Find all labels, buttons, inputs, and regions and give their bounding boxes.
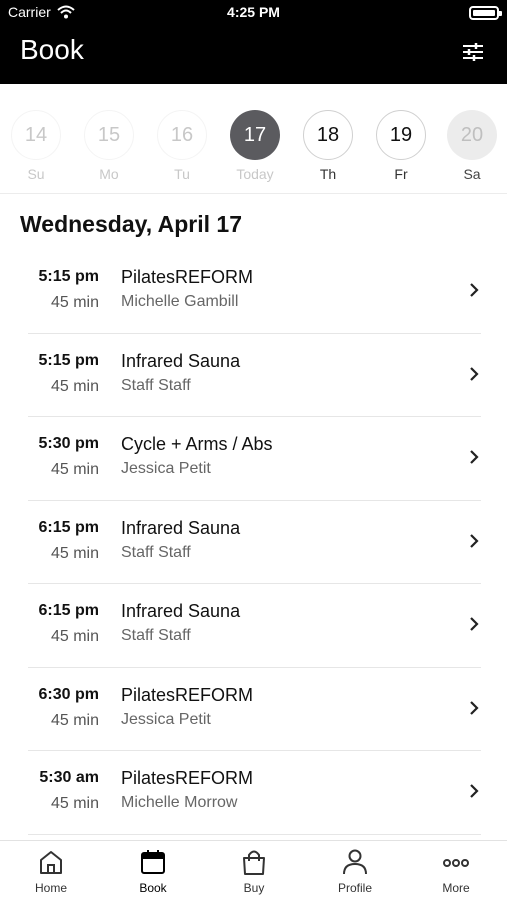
tab-home[interactable]: Home	[6, 849, 96, 895]
class-row[interactable]: 5:15 pm 45 min PilatesREFORM Michelle Ga…	[0, 250, 507, 334]
status-time: 4:25 PM	[227, 4, 280, 20]
class-time: 5:30 am	[39, 769, 99, 786]
class-time: 5:15 pm	[38, 351, 99, 369]
chevron-right-icon	[470, 450, 479, 464]
day-number: 14	[11, 110, 61, 160]
calendar-icon	[141, 850, 165, 874]
class-name: PilatesREFORM	[121, 768, 254, 788]
row-divider	[28, 833, 481, 835]
day-number: 18	[303, 110, 353, 160]
day-cell[interactable]: 19 Fr	[375, 110, 427, 182]
chevron-right-icon	[470, 366, 479, 381]
day-number: 17	[230, 110, 280, 160]
day-label: Th	[319, 166, 337, 182]
class-row[interactable]: 5:30 pm 45 min Cycle + Arms / Abs Jessic…	[0, 417, 507, 501]
tab-bar: Home Book Buy Profile More	[0, 840, 507, 900]
class-row[interactable]: 5:30 am 45 min PilatesREFORM Michelle Mo…	[0, 751, 507, 835]
class-list: 5:15 pm 45 min PilatesREFORM Michelle Ga…	[0, 250, 507, 835]
class-instructor: Jessica Petit	[121, 710, 211, 728]
class-row[interactable]: 6:15 pm 45 min Infrared Sauna Staff Staf…	[0, 584, 507, 668]
day-number: 19	[376, 110, 426, 160]
class-time: 6:30 pm	[38, 685, 99, 703]
class-name: Infrared Sauna	[121, 517, 241, 538]
class-time: 6:15 pm	[38, 602, 99, 619]
header-bar: Carrier 4:25 PM Book	[0, 0, 507, 84]
day-number: 20	[447, 110, 497, 160]
more-icon	[443, 859, 469, 867]
page-title: Book	[20, 34, 84, 65]
day-number: 15	[84, 110, 134, 160]
class-row[interactable]: 6:30 pm 45 min PilatesREFORM Jessica Pet…	[0, 668, 507, 751]
day-label: Today	[236, 166, 274, 182]
battery-icon	[469, 6, 502, 20]
day-cell[interactable]: 14 Su	[10, 110, 62, 182]
class-duration: 45 min	[50, 544, 99, 562]
class-time: 5:30 pm	[38, 435, 99, 452]
day-label: Tu	[174, 166, 190, 182]
tab-label: Profile	[337, 881, 372, 895]
tab-more[interactable]: More	[411, 849, 501, 895]
class-instructor: Michelle Gambill	[121, 293, 239, 310]
class-name: Infrared Sauna	[121, 350, 241, 371]
tab-label: Book	[139, 881, 167, 895]
class-instructor: Staff Staff	[121, 543, 191, 561]
day-cell-today[interactable]: 17 Today	[229, 110, 281, 182]
chevron-right-icon	[470, 533, 479, 548]
class-duration: 45 min	[50, 711, 99, 729]
day-number: 16	[157, 110, 207, 160]
tab-book[interactable]: Book	[108, 849, 198, 895]
day-cell[interactable]: 20 Sa	[446, 110, 498, 182]
class-time: 5:15 pm	[38, 268, 99, 285]
class-duration: 45 min	[50, 628, 99, 645]
home-icon	[40, 851, 62, 874]
class-instructor: Staff Staff	[121, 627, 191, 644]
day-label: Mo	[99, 166, 119, 182]
class-name: Infrared Sauna	[121, 601, 241, 621]
status-bar: Carrier 4:25 PM	[0, 0, 507, 26]
day-cell[interactable]: 18 Th	[302, 110, 354, 182]
person-icon	[343, 849, 367, 875]
class-instructor: Michelle Morrow	[121, 794, 238, 811]
day-label: Fr	[394, 166, 408, 182]
tab-buy[interactable]: Buy	[209, 849, 299, 895]
chevron-right-icon	[470, 784, 479, 798]
date-heading: Wednesday, April 17	[20, 211, 242, 237]
class-row[interactable]: 6:15 pm 45 min Infrared Sauna Staff Staf…	[0, 501, 507, 584]
tab-label: Home	[34, 881, 67, 895]
sliders-icon[interactable]	[461, 42, 485, 62]
class-row[interactable]: 5:15 pm 45 min Infrared Sauna Staff Staf…	[0, 334, 507, 417]
class-duration: 45 min	[50, 294, 99, 311]
chevron-right-icon	[470, 617, 479, 631]
tab-label: Buy	[243, 881, 265, 895]
class-name: PilatesREFORM	[121, 684, 254, 705]
chevron-right-icon	[470, 700, 479, 715]
day-picker: 14 Su 15 Mo 16 Tu 17 Today 18 Th 19 Fr 2…	[0, 84, 507, 194]
tab-label: More	[442, 881, 470, 895]
class-duration: 45 min	[50, 795, 99, 812]
tab-profile[interactable]: Profile	[310, 849, 400, 895]
class-name: PilatesREFORM	[121, 267, 254, 287]
class-duration: 45 min	[50, 461, 99, 478]
class-instructor: Jessica Petit	[121, 460, 211, 477]
day-label: Sa	[463, 166, 481, 182]
day-label: Su	[27, 166, 45, 182]
class-time: 6:15 pm	[38, 518, 99, 536]
day-cell[interactable]: 16 Tu	[156, 110, 208, 182]
chevron-right-icon	[470, 283, 479, 297]
bag-icon	[243, 850, 265, 875]
class-duration: 45 min	[50, 377, 99, 395]
class-instructor: Staff Staff	[121, 376, 191, 394]
day-cell[interactable]: 15 Mo	[83, 110, 135, 182]
class-name: Cycle + Arms / Abs	[121, 434, 273, 454]
